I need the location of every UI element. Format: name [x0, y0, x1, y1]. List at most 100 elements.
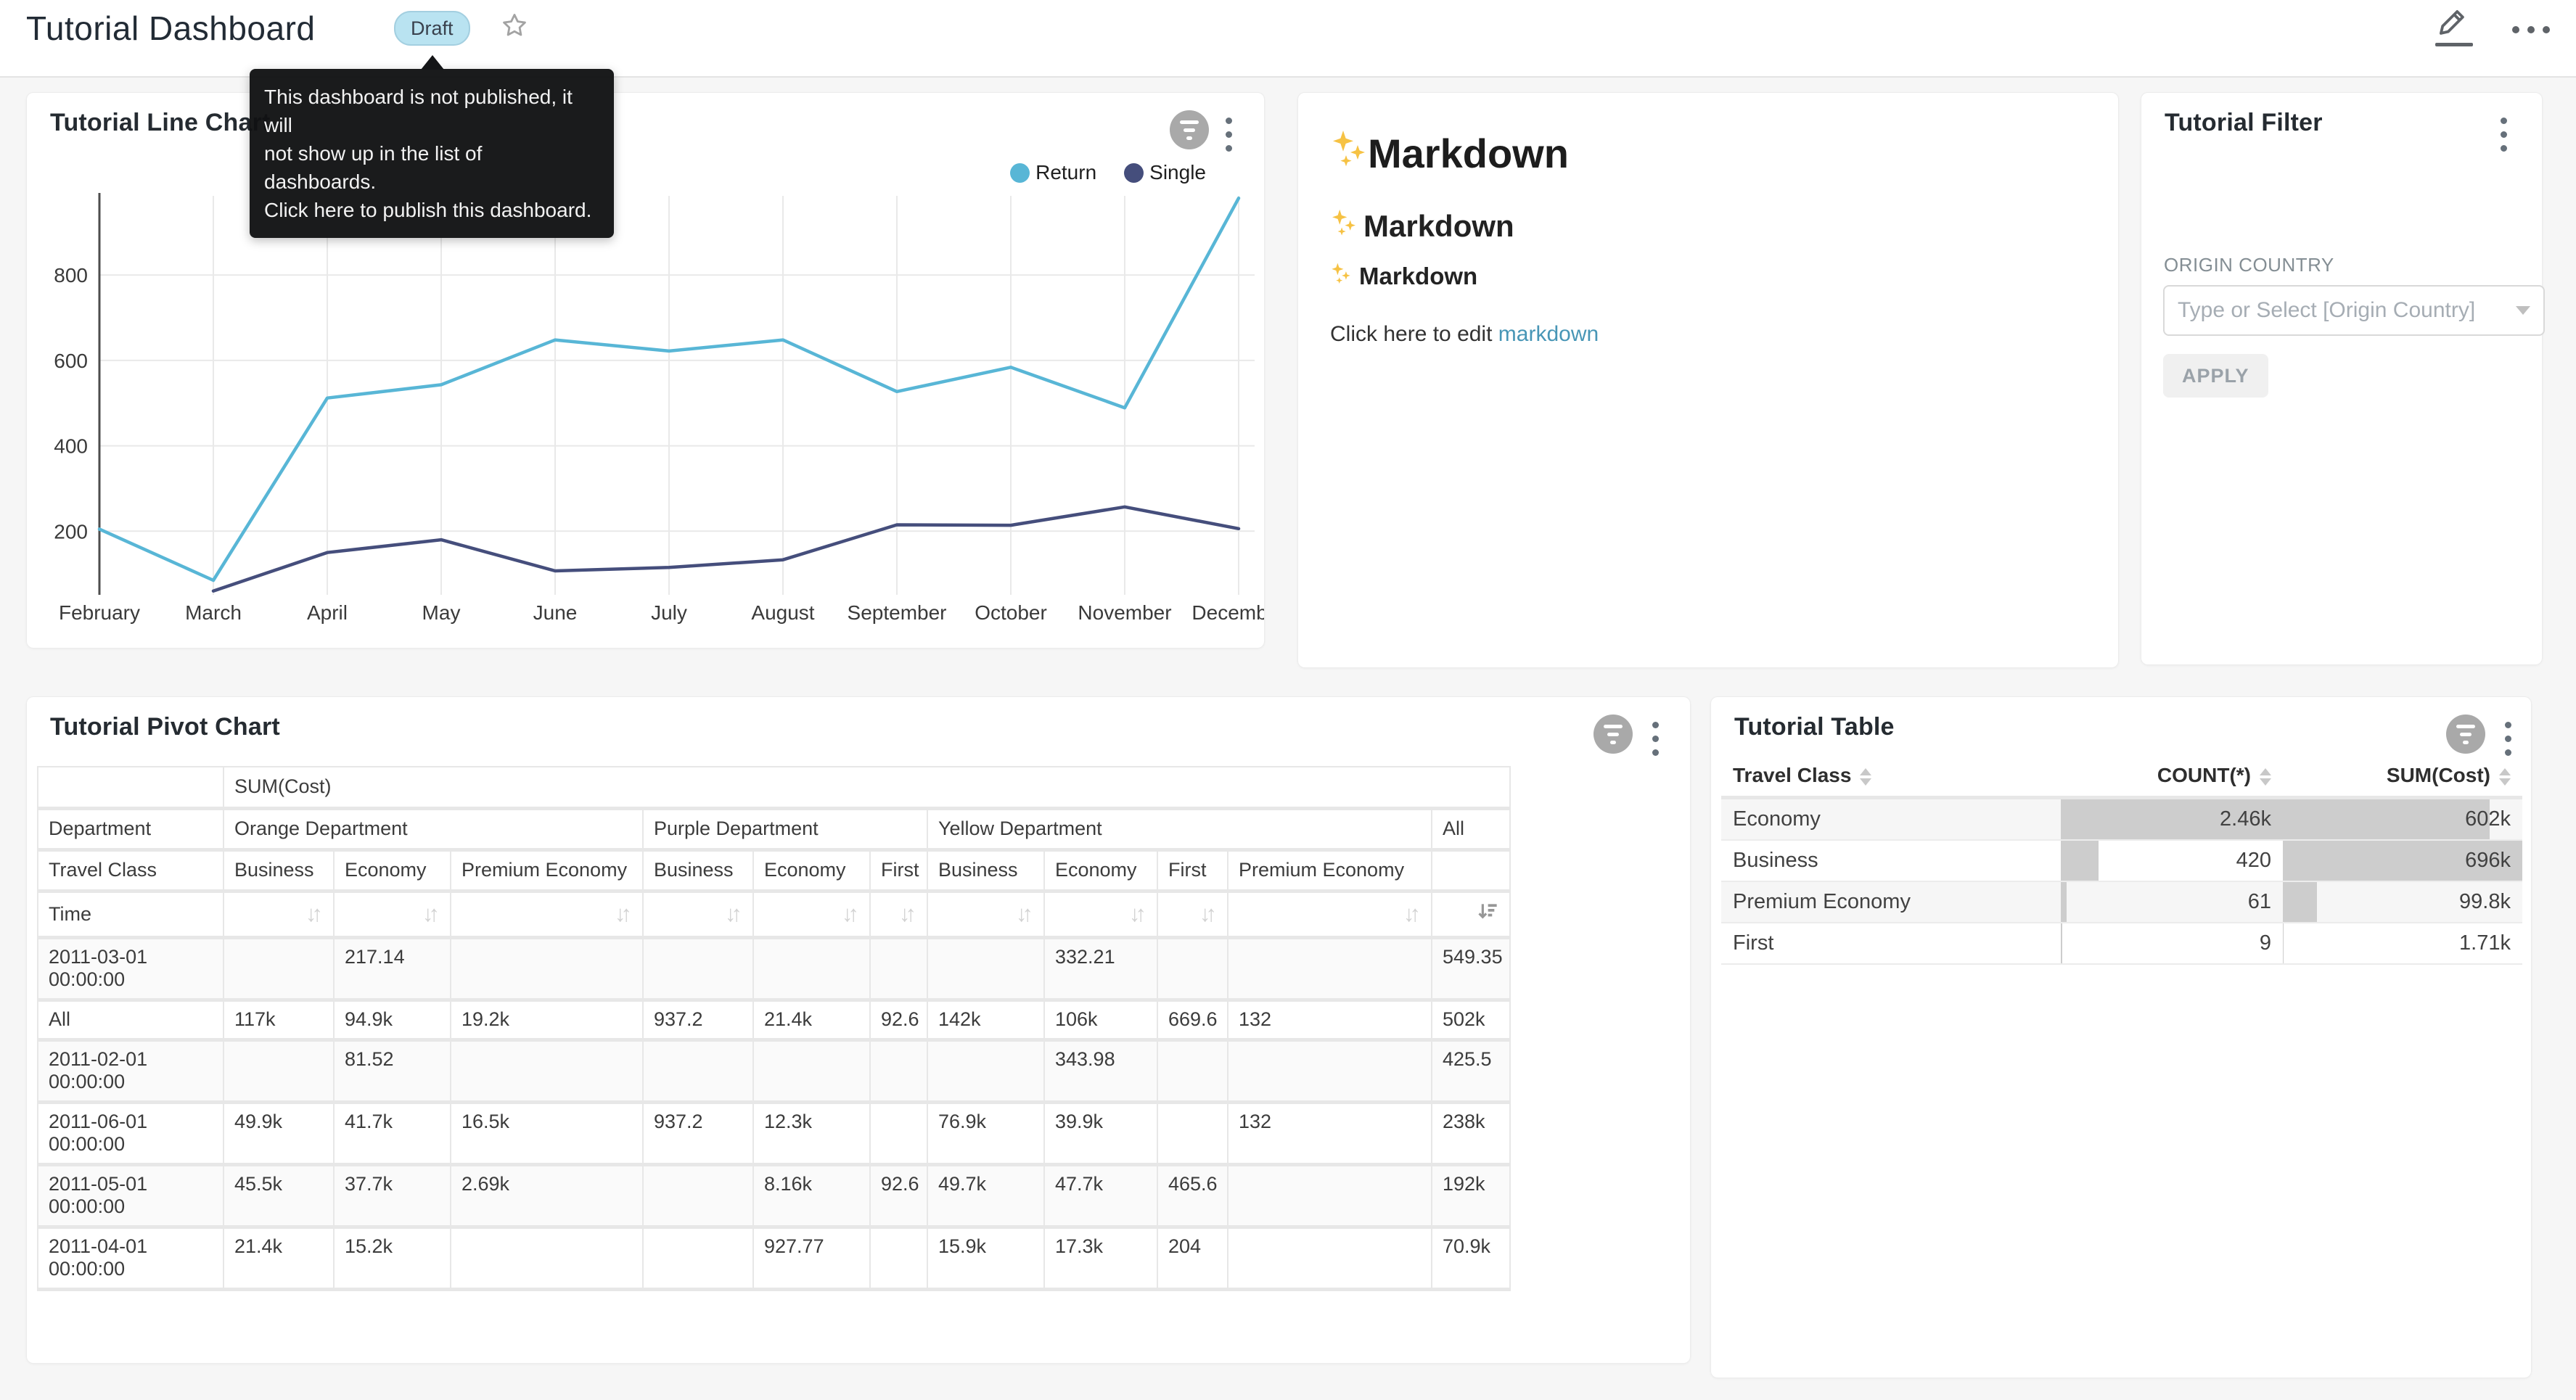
- column-header-label: Travel Class: [1733, 764, 1851, 786]
- sort-toggle-icon[interactable]: ↓↑: [899, 901, 916, 926]
- x-axis-tick-label: February: [59, 601, 140, 624]
- tooltip-line: Click here to publish this dashboard.: [264, 196, 599, 224]
- pivot-data-row: 2011-06-01 00:00:0049.9k41.7k16.5k937.21…: [38, 1102, 1510, 1164]
- pivot-cell: 465.6: [1157, 1164, 1228, 1227]
- sort-toggle-icon[interactable]: ↓↑: [615, 901, 632, 926]
- pivot-data-row: 2011-02-01 00:00:0081.52343.98425.5: [38, 1039, 1510, 1102]
- column-header-count[interactable]: COUNT(*): [2061, 755, 2283, 798]
- pivot-sort-cell: ↓↑: [643, 891, 753, 937]
- sort-toggle-icon[interactable]: ↓↑: [1199, 901, 1217, 926]
- pivot-sort-cell: [1432, 891, 1510, 937]
- cell-value: 9: [2072, 931, 2271, 955]
- value-bar: [2061, 923, 2062, 963]
- pivot-cell: [870, 1227, 927, 1289]
- sort-toggle-icon[interactable]: ↓↑: [305, 901, 323, 926]
- pivot-row-label: 2011-06-01 00:00:00: [38, 1102, 223, 1164]
- pivot-data-row: 2011-03-01 00:00:00217.14332.21549.35: [38, 937, 1510, 1000]
- star-icon[interactable]: [501, 12, 528, 39]
- sort-toggle-icon[interactable]: ↓↑: [1129, 901, 1147, 926]
- table-panel: Tutorial Table Travel ClassCOUNT(*)SUM(C…: [1710, 696, 2532, 1378]
- series-line-single[interactable]: [213, 507, 1239, 591]
- edit-dashboard-icon[interactable]: [2435, 7, 2474, 46]
- cell-value: 99.8k: [2294, 890, 2511, 914]
- pivot-cell: [451, 1039, 643, 1102]
- sort-toggle-icon[interactable]: ↓↑: [725, 901, 742, 926]
- kebab-menu-icon[interactable]: [1223, 115, 1235, 155]
- pivot-header-class-row: Travel ClassBusinessEconomyPremium Econo…: [38, 849, 1510, 891]
- pivot-sort-cell: ↓↑: [1157, 891, 1228, 937]
- x-axis-tick-label: March: [185, 601, 242, 624]
- y-axis-tick-label: 800: [54, 264, 88, 287]
- data-table-wrapper: Travel Class COUNT(*)SUM(Cost) Economy2.46…: [1721, 755, 2522, 965]
- pivot-cell: 132: [1228, 1000, 1432, 1039]
- legend-item-return[interactable]: Return: [1010, 161, 1096, 184]
- pivot-class-header: Premium Economy: [1228, 849, 1432, 891]
- pivot-cell: [223, 937, 334, 1000]
- pivot-cell: 332.21: [1044, 937, 1157, 1000]
- sort-toggle-icon[interactable]: ↓↑: [1016, 901, 1033, 926]
- status-badge[interactable]: Draft: [394, 11, 470, 46]
- pivot-cell: 204: [1157, 1227, 1228, 1289]
- sort-toggle-icon[interactable]: ↓↑: [422, 901, 440, 926]
- sort-toggle-icon[interactable]: ↓↑: [842, 901, 859, 926]
- pivot-group-header: Orange Department: [223, 808, 643, 849]
- cell-value: 696k: [2294, 849, 2511, 873]
- cell-travel-class: Economy: [1721, 798, 2061, 841]
- table-header-row: Travel Class COUNT(*)SUM(Cost): [1721, 755, 2522, 798]
- pivot-group-header: Purple Department: [643, 808, 927, 849]
- filter-indicator-icon[interactable]: [2446, 715, 2485, 754]
- cell-value: 1.71k: [2294, 931, 2511, 955]
- cell-count: 2.46k: [2061, 798, 2283, 841]
- pivot-measure-label: SUM(Cost): [223, 767, 1510, 808]
- pivot-cell: [1228, 937, 1432, 1000]
- filter-indicator-icon[interactable]: [1593, 715, 1633, 754]
- pivot-cell: [223, 1039, 334, 1102]
- pivot-cell: [1228, 1039, 1432, 1102]
- cell-count: 61: [2061, 881, 2283, 923]
- pivot-chart-title: Tutorial Pivot Chart: [50, 713, 280, 741]
- table-row: First91.71k: [1721, 923, 2522, 964]
- table-row: Premium Economy6199.8k: [1721, 881, 2522, 923]
- kebab-menu-icon[interactable]: [2502, 719, 2514, 759]
- y-axis-tick-label: 400: [54, 435, 88, 458]
- edit-markdown-link[interactable]: markdown: [1498, 322, 1599, 346]
- sort-descending-icon[interactable]: [1476, 899, 1499, 924]
- pivot-cell: 937.2: [643, 1000, 753, 1039]
- pivot-cell: 8.16k: [753, 1164, 870, 1227]
- publish-tooltip: This dashboard is not published, it will…: [250, 55, 614, 238]
- pivot-data-row: 2011-04-01 00:00:0021.4k15.2k927.7715.9k…: [38, 1227, 1510, 1289]
- pivot-cell: 502k: [1432, 1000, 1510, 1039]
- column-header-travel-class[interactable]: Travel Class: [1721, 755, 2061, 798]
- origin-country-select[interactable]: Type or Select [Origin Country]: [2163, 285, 2545, 336]
- chevron-down-icon: [2516, 306, 2530, 315]
- pivot-cell: [1157, 1039, 1228, 1102]
- pivot-table: SUM(Cost)DepartmentOrange DepartmentPurp…: [37, 766, 1511, 1291]
- pivot-cell: [1157, 1102, 1228, 1164]
- sort-carets-icon[interactable]: [1860, 768, 1871, 786]
- data-table: Travel Class COUNT(*)SUM(Cost) Economy2.46…: [1721, 755, 2522, 965]
- apply-button[interactable]: APPLY: [2163, 354, 2268, 398]
- sort-carets-icon[interactable]: [2499, 768, 2511, 786]
- sort-toggle-icon[interactable]: ↓↑: [1403, 901, 1421, 926]
- filter-indicator-icon[interactable]: [1170, 110, 1209, 149]
- kebab-menu-icon[interactable]: [2498, 115, 2510, 155]
- more-options-icon[interactable]: [2512, 20, 2550, 33]
- pivot-cell: 70.9k: [1432, 1227, 1510, 1289]
- legend-item-single[interactable]: Single: [1124, 161, 1206, 184]
- pivot-cell: 41.7k: [334, 1102, 451, 1164]
- value-bar: [2061, 882, 2067, 922]
- pivot-cell: 45.5k: [223, 1164, 334, 1227]
- sort-carets-icon[interactable]: [2260, 768, 2271, 786]
- kebab-menu-icon[interactable]: [1649, 719, 1662, 759]
- pivot-cell: [643, 1227, 753, 1289]
- x-axis-tick-label: May: [422, 601, 461, 624]
- pivot-class-header: First: [1157, 849, 1228, 891]
- pivot-cell: 192k: [1432, 1164, 1510, 1227]
- pivot-sort-cell: ↓↑: [223, 891, 334, 937]
- line-chart-plot: 200400600800FebruaryMarchAprilMayJuneJul…: [27, 187, 1264, 646]
- column-header-sum[interactable]: SUM(Cost): [2283, 755, 2522, 798]
- value-bar: [2283, 923, 2284, 963]
- markdown-h2: Markdown: [1330, 207, 1514, 245]
- x-axis-tick-label: December: [1191, 601, 1264, 624]
- pivot-cell: 16.5k: [451, 1102, 643, 1164]
